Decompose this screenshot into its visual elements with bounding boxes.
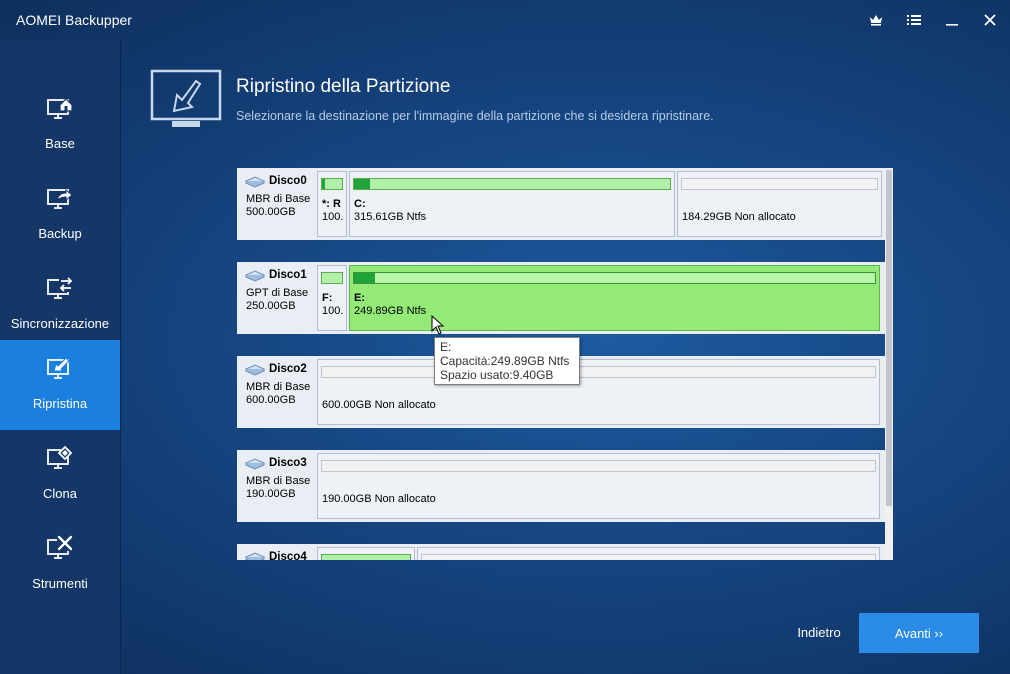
- mouse-cursor-icon: [431, 315, 445, 335]
- disk-size: 500.00GB: [246, 206, 296, 218]
- disk-icon: [245, 364, 265, 376]
- menu-icon[interactable]: [901, 8, 927, 32]
- partition-info: 190.00GB Non allocato: [322, 493, 436, 505]
- partition-usage-bar: [421, 554, 876, 560]
- partition-unallocated[interactable]: 190.00GB Non allocato: [317, 453, 880, 519]
- sidebar-item-base[interactable]: Base: [0, 80, 120, 170]
- disk-size: 190.00GB: [246, 488, 296, 500]
- disk-info: Disco0 MBR di Base 500.00GB: [237, 168, 316, 240]
- partition-usage-bar: [321, 366, 876, 378]
- partition-usage-bar: [321, 554, 411, 560]
- disk-row-3[interactable]: Disco3 MBR di Base 190.00GB 190.00GB Non…: [237, 450, 885, 522]
- partition-label: C:: [354, 198, 366, 210]
- disk-type: GPT di Base: [246, 287, 309, 299]
- disk-info: Disco4: [237, 544, 316, 560]
- sidebar-item-label: Base: [45, 136, 75, 151]
- partition-f[interactable]: F: 100.: [317, 265, 347, 331]
- partition-info: 100.: [322, 305, 344, 317]
- disk-info: Disco1 GPT di Base 250.00GB: [237, 262, 316, 334]
- monitor-clone-icon: [47, 445, 73, 469]
- disk-name: Disco3: [269, 457, 307, 469]
- partition-usage-bar: [681, 178, 878, 190]
- sidebar-item-label: Sincronizzazione: [10, 316, 110, 331]
- partition-usage-bar: [321, 272, 343, 284]
- partition-info: 249.89GB Ntfs: [354, 305, 427, 317]
- sidebar-item-label: Backup: [38, 226, 82, 241]
- partition-usage-bar: [321, 178, 343, 190]
- back-button[interactable]: Indietro: [790, 625, 848, 643]
- sidebar-item-sincronizzazione[interactable]: Sincronizzazione: [0, 260, 120, 350]
- partition-usage-bar: [353, 178, 671, 190]
- monitor-sync-icon: [47, 276, 73, 299]
- disk-row-0[interactable]: Disco0 MBR di Base 500.00GB *: R 100. C:…: [237, 168, 885, 240]
- partition-c[interactable]: C: 315.61GB Ntfs: [349, 171, 675, 237]
- sidebar: Base Backup Sincronizzazione Ripristina: [0, 40, 121, 674]
- partition-info: 600.00GB Non allocato: [322, 399, 436, 411]
- disk-row-4[interactable]: Disco4: [237, 544, 885, 560]
- partition-unallocated[interactable]: 600.00GB Non allocato: [317, 359, 880, 425]
- disk-info: Disco2 MBR di Base 600.00GB: [237, 356, 316, 428]
- close-icon[interactable]: [977, 8, 1003, 32]
- partition-info: 184.29GB Non allocato: [682, 211, 796, 223]
- partition-label: E:: [354, 292, 365, 304]
- sidebar-item-label: Ripristina: [32, 396, 88, 411]
- partition-usage-bar: [353, 272, 876, 284]
- page-title: Ripristino della Partizione: [236, 76, 451, 97]
- disk-size: 600.00GB: [246, 394, 296, 406]
- partition-tooltip: E: Capacità:249.89GB Ntfs Spazio usato:9…: [434, 337, 580, 385]
- page-subtitle: Selezionare la destinazione per l'immagi…: [236, 109, 714, 123]
- disk-icon: [245, 176, 265, 188]
- disk-name: Disco0: [269, 175, 307, 187]
- partition-unallocated[interactable]: 184.29GB Non allocato: [677, 171, 882, 237]
- tooltip-partition-letter: E:: [440, 340, 452, 354]
- monitor-home-icon: [47, 98, 73, 119]
- partition-label: *: R: [322, 198, 341, 210]
- tooltip-used-space: Spazio usato:9.40GB: [440, 368, 554, 382]
- partition-info: 315.61GB Ntfs: [354, 211, 427, 223]
- next-button[interactable]: Avanti ››: [859, 613, 979, 653]
- monitor-backup-icon: [47, 188, 73, 209]
- minimize-icon[interactable]: [939, 8, 965, 32]
- sidebar-item-label: Clona: [43, 486, 77, 501]
- disk-icon: [245, 270, 265, 282]
- partition-label: F:: [322, 292, 333, 304]
- sidebar-item-strumenti[interactable]: Strumenti: [0, 520, 120, 610]
- app-title: AOMEI Backupper: [16, 12, 132, 28]
- partition-system-reserved[interactable]: *: R 100.: [317, 171, 347, 237]
- disk-icon: [245, 458, 265, 470]
- partition-e-selected[interactable]: E: 249.89GB Ntfs: [349, 265, 880, 331]
- disk-name: Disco2: [269, 363, 307, 375]
- sidebar-item-label: Strumenti: [32, 576, 88, 591]
- sidebar-item-backup[interactable]: Backup: [0, 170, 120, 260]
- upgrade-crown-icon[interactable]: [863, 8, 889, 32]
- partition[interactable]: [417, 547, 880, 560]
- disk-type: MBR di Base: [246, 475, 311, 487]
- disk-icon: [245, 552, 265, 560]
- partition-usage-bar: [321, 460, 876, 472]
- disk-name: Disco4: [269, 551, 307, 560]
- disk-type: MBR di Base: [246, 381, 311, 393]
- tooltip-capacity: Capacità:249.89GB Ntfs: [440, 354, 570, 368]
- partition[interactable]: [317, 547, 415, 560]
- disk-row-1[interactable]: Disco1 GPT di Base 250.00GB F: 100. E: 2…: [237, 262, 885, 334]
- restore-header-icon: [150, 69, 222, 127]
- disk-name: Disco1: [269, 269, 307, 281]
- disk-size: 250.00GB: [246, 300, 296, 312]
- disk-list-scrollbar[interactable]: [885, 168, 893, 560]
- disk-info: Disco3 MBR di Base 190.00GB: [237, 450, 316, 522]
- sidebar-item-ripristina[interactable]: Ripristina: [0, 340, 120, 430]
- app-window: AOMEI Backupper Base Backup Sincronizzaz…: [0, 0, 1010, 674]
- title-bar: AOMEI Backupper: [0, 0, 1010, 40]
- scrollbar-thumb[interactable]: [886, 170, 892, 506]
- partition-info: 100.: [322, 211, 344, 223]
- disk-type: MBR di Base: [246, 193, 311, 205]
- monitor-tools-icon: [47, 535, 73, 559]
- sidebar-item-clona[interactable]: Clona: [0, 430, 120, 520]
- monitor-restore-icon: [47, 357, 70, 379]
